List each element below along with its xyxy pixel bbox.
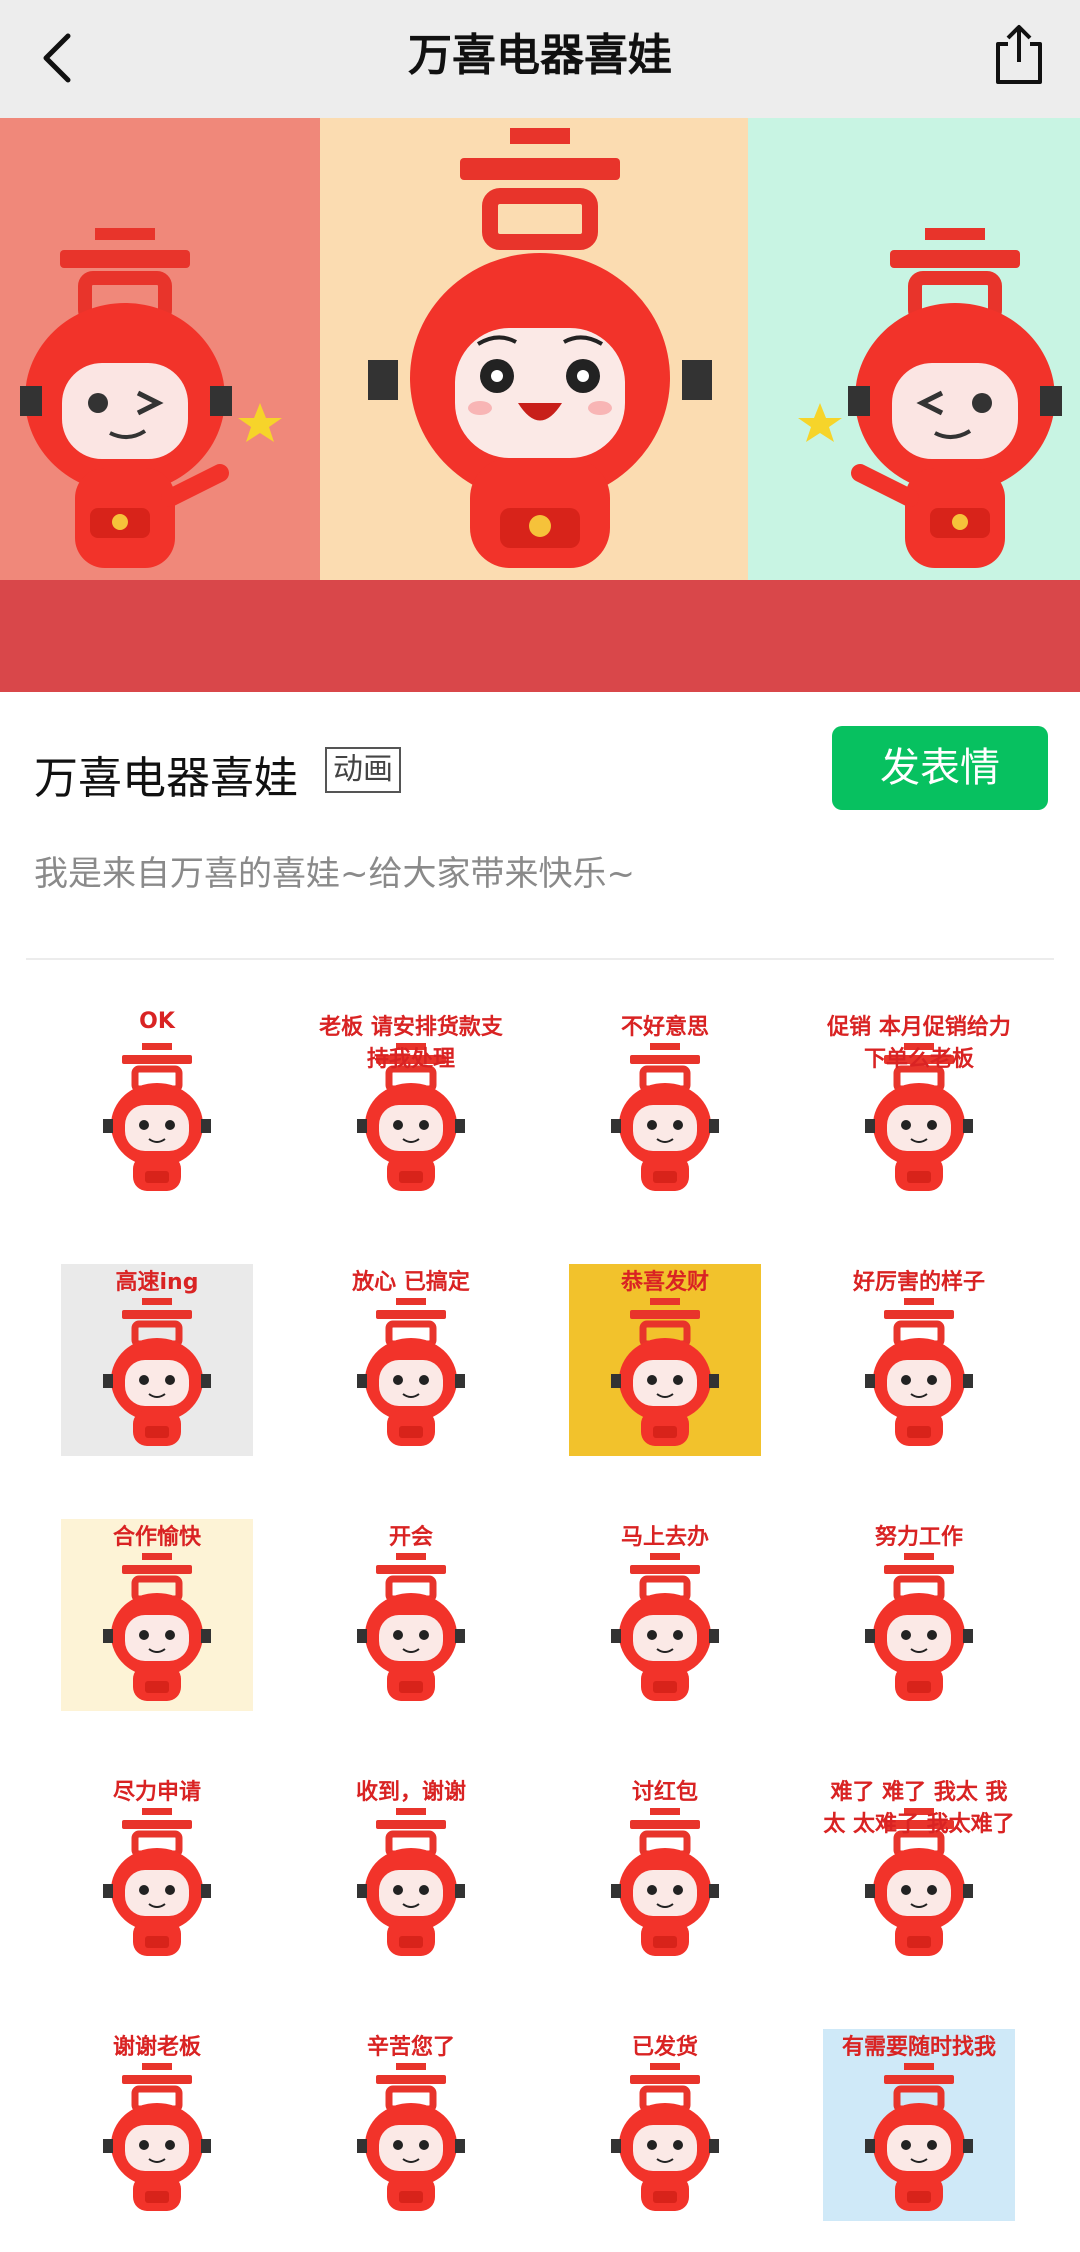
mascot-wink-right <box>798 228 1062 568</box>
sticker-thumbnail: 收到，谢谢 <box>315 1774 507 1966</box>
sticker-thumbnail: 恭喜发财 <box>569 1264 761 1456</box>
sticker-item[interactable]: 好厉害的样子 <box>794 1245 1044 1475</box>
sticker-item[interactable]: 辛苦您了 <box>286 2010 536 2240</box>
sticker-thumbnail: 难了 难了 我太 我太 太难了 我太难了 <box>823 1774 1015 1966</box>
sticker-item[interactable]: 努力工作 <box>794 1500 1044 1730</box>
sticker-item[interactable]: 谢谢老板 <box>32 2010 282 2240</box>
sticker-caption: 辛苦您了 <box>366 2035 455 2060</box>
sticker-caption: 谢谢老板 <box>112 2035 201 2060</box>
sticker-caption: 放心 已搞定 <box>352 1270 470 1295</box>
sticker-caption: 高速ing <box>115 1270 199 1295</box>
sticker-thumbnail: 促销 本月促销给力 下单么老板 <box>823 1009 1015 1201</box>
sticker-caption: 好厉害的样子 <box>852 1270 985 1295</box>
mascot-icon <box>103 1808 211 1956</box>
mascot-icon <box>611 2063 719 2211</box>
mascot-icon <box>865 1298 973 1446</box>
sticker-item[interactable]: 老板 请安排货款支持我处理 <box>286 990 536 1220</box>
mascot-icon <box>357 1298 465 1446</box>
mascot-icon <box>357 2063 465 2211</box>
sticker-thumbnail: 谢谢老板 <box>61 2029 253 2221</box>
sticker-thumbnail: 放心 已搞定 <box>315 1264 507 1456</box>
mascot-icon <box>611 1553 719 1701</box>
sticker-caption: 促销 本月促销给力 下单么老板 <box>827 1015 1011 1072</box>
sticker-item[interactable]: 已发货 <box>540 2010 790 2240</box>
sticker-thumbnail: 辛苦您了 <box>315 2029 507 2221</box>
mascot-icon <box>865 2063 973 2211</box>
sticker-caption: 努力工作 <box>874 1525 963 1550</box>
sticker-thumbnail: 高速ing <box>61 1264 253 1456</box>
sticker-item[interactable]: 恭喜发财 <box>540 1245 790 1475</box>
mascot-icon <box>611 1043 719 1191</box>
share-icon[interactable] <box>986 22 1052 88</box>
divider <box>26 958 1054 960</box>
sticker-thumbnail: 老板 请安排货款支持我处理 <box>315 1009 507 1201</box>
animated-badge: 动画 <box>325 747 401 793</box>
sticker-thumbnail: 讨红包 <box>569 1774 761 1966</box>
mascot-icon <box>357 1808 465 1956</box>
mascot-icon <box>103 1043 211 1191</box>
mascot-icon <box>611 1298 719 1446</box>
banner-floor <box>0 580 1080 692</box>
sticker-caption: 开会 <box>388 1525 433 1550</box>
sticker-item[interactable]: OK <box>32 990 282 1220</box>
mascot-icon <box>357 1553 465 1701</box>
sticker-item[interactable]: 马上去办 <box>540 1500 790 1730</box>
sticker-item[interactable]: 有需要随时找我 <box>794 2010 1044 2240</box>
sticker-detail-page: 万喜电器喜娃 万喜电器喜娃 动画 发表情 我是来自万喜的喜娃~给大家带来快乐~ … <box>0 0 1080 2252</box>
sticker-item[interactable]: 高速ing <box>32 1245 282 1475</box>
sticker-caption: 不好意思 <box>620 1015 709 1040</box>
sticker-item[interactable]: 合作愉快 <box>32 1500 282 1730</box>
mascot-icon <box>103 1298 211 1446</box>
sticker-thumbnail: 开会 <box>315 1519 507 1711</box>
sticker-caption: 已发货 <box>631 2035 698 2060</box>
sticker-thumbnail: 马上去办 <box>569 1519 761 1711</box>
pack-name: 万喜电器喜娃 <box>34 753 298 804</box>
mascot-icon <box>103 2063 211 2211</box>
sticker-thumbnail: 努力工作 <box>823 1519 1015 1711</box>
sticker-item[interactable]: 不好意思 <box>540 990 790 1220</box>
sticker-caption: 老板 请安排货款支持我处理 <box>319 1015 503 1072</box>
sticker-item[interactable]: 难了 难了 我太 我太 太难了 我太难了 <box>794 1755 1044 1985</box>
sticker-caption: 有需要随时找我 <box>841 2035 996 2060</box>
mascot-excited-center <box>368 128 712 568</box>
sticker-caption: 尽力申请 <box>112 1780 201 1805</box>
mascot-wink-left <box>20 228 282 568</box>
sticker-caption: 收到，谢谢 <box>355 1780 466 1805</box>
sticker-caption: 难了 难了 我太 我太 太难了 我太难了 <box>823 1780 1015 1837</box>
sticker-caption: 马上去办 <box>620 1525 709 1550</box>
page-title: 万喜电器喜娃 <box>408 30 672 81</box>
mascot-icon <box>865 1553 973 1701</box>
sticker-item[interactable]: 尽力申请 <box>32 1755 282 1985</box>
sticker-caption: 恭喜发财 <box>620 1270 709 1295</box>
pack-description: 我是来自万喜的喜娃~给大家带来快乐~ <box>34 854 635 894</box>
nav-bar: 万喜电器喜娃 <box>0 0 1080 118</box>
sticker-thumbnail: 不好意思 <box>569 1009 761 1201</box>
send-sticker-button[interactable]: 发表情 <box>832 726 1048 810</box>
sticker-item[interactable]: 放心 已搞定 <box>286 1245 536 1475</box>
mascot-icon <box>103 1553 211 1701</box>
sticker-item[interactable]: 促销 本月促销给力 下单么老板 <box>794 990 1044 1220</box>
sticker-thumbnail: OK <box>61 1009 253 1201</box>
mascot-icon <box>611 1808 719 1956</box>
sticker-item[interactable]: 收到，谢谢 <box>286 1755 536 1985</box>
sticker-caption: 讨红包 <box>631 1780 698 1805</box>
sticker-thumbnail: 已发货 <box>569 2029 761 2221</box>
sticker-thumbnail: 尽力申请 <box>61 1774 253 1966</box>
sticker-thumbnail: 有需要随时找我 <box>823 2029 1015 2221</box>
sticker-item[interactable]: 讨红包 <box>540 1755 790 1985</box>
sticker-thumbnail: 好厉害的样子 <box>823 1264 1015 1456</box>
sticker-thumbnail: 合作愉快 <box>61 1519 253 1711</box>
banner-image <box>0 118 1080 692</box>
sticker-caption: 合作愉快 <box>112 1525 201 1550</box>
sticker-caption: OK <box>139 1009 175 1034</box>
sticker-item[interactable]: 开会 <box>286 1500 536 1730</box>
